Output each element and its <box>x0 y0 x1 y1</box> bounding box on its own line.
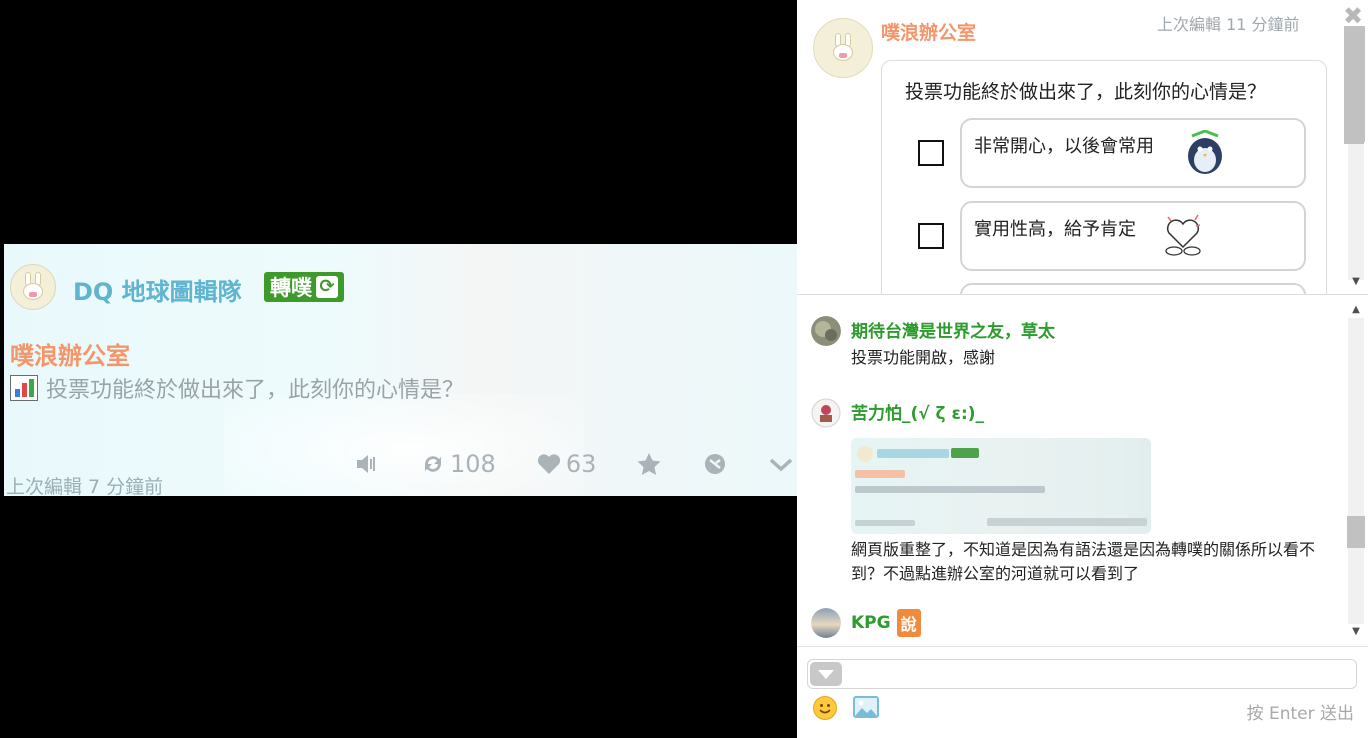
poster-avatar[interactable] <box>813 18 873 78</box>
close-button[interactable]: ✖ <box>1342 4 1364 28</box>
user-avatar[interactable] <box>811 316 841 346</box>
emoji-icon[interactable] <box>813 696 837 720</box>
replurk-icon <box>425 456 441 472</box>
response-author[interactable]: KPG 說 <box>851 609 921 637</box>
replurk-icon: ⟳ <box>316 276 338 298</box>
image-upload-icon[interactable] <box>853 696 879 718</box>
chevron-down-icon <box>770 458 793 472</box>
qualifier-badge: 說 <box>896 609 921 637</box>
poll-checkbox[interactable] <box>918 140 944 166</box>
scroll-up-arrow-icon[interactable]: ▲ <box>1350 304 1362 315</box>
like-count: 63 <box>565 450 597 478</box>
heart-icon <box>537 454 560 474</box>
plurk-card[interactable]: DQ 地球圖輯隊 轉噗 ⟳ 噗浪辦公室 投票功能終於做出來了，此刻你的心情是？ … <box>4 244 797 496</box>
user-avatar[interactable] <box>811 608 841 638</box>
poll-option[interactable] <box>882 283 1328 294</box>
heart-sticker-icon <box>1165 214 1201 256</box>
poll-option-label: 非常開心，以後會常用 <box>974 136 1154 157</box>
edit-time: 上次編輯 11 分鐘前 <box>1157 15 1300 34</box>
responses-scrollbar[interactable] <box>1347 318 1365 624</box>
scrollbar-thumb[interactable] <box>1347 516 1365 548</box>
poll-checkbox[interactable] <box>918 223 944 249</box>
panel-scrollbar-thumb[interactable] <box>1344 26 1364 144</box>
poster-name[interactable]: 噗浪辦公室 <box>881 18 976 45</box>
user-avatar[interactable] <box>811 398 841 428</box>
poll-option-label: 實用性高，給予肯定 <box>974 219 1136 240</box>
response-input[interactable] <box>807 659 1357 689</box>
send-hint: 按 Enter 送出 <box>1246 704 1354 724</box>
chart-icon <box>10 375 38 401</box>
plurk-detail: 噗浪辦公室 上次編輯 11 分鐘前 ✖ 投票功能終於做出來了，此刻你的心情是？ … <box>797 0 1368 295</box>
favorite-button[interactable] <box>636 452 662 476</box>
response-item: 期待台灣是世界之友，草太 投票功能開啟，感謝 <box>811 316 1331 376</box>
replurk-count: 108 <box>450 450 496 478</box>
attached-screenshot-image[interactable] <box>851 438 1151 534</box>
response-panel: 噗浪辦公室 上次編輯 11 分鐘前 ✖ 投票功能終於做出來了，此刻你的心情是？ … <box>797 0 1368 738</box>
owner-avatar[interactable] <box>10 264 56 310</box>
globe-icon <box>705 454 726 474</box>
poll: 投票功能終於做出來了，此刻你的心情是？ 非常開心，以後會常用 實用性高，給予肯定 <box>881 60 1328 294</box>
penguin-sticker-icon <box>1188 130 1222 174</box>
plurk-content: 投票功能終於做出來了，此刻你的心情是？ <box>10 372 464 404</box>
response-composer: 按 Enter 送出 <box>797 646 1368 738</box>
qualifier-dropdown[interactable] <box>810 662 842 686</box>
owner-name[interactable]: DQ 地球圖輯隊 <box>73 272 242 307</box>
poll-question: 投票功能終於做出來了，此刻你的心情是？ <box>905 81 1267 103</box>
poll-option-box[interactable]: 實用性高，給予肯定 <box>960 201 1306 271</box>
plurk-actions: 108 63 <box>354 450 794 478</box>
edit-time: 上次編輯 7 分鐘前 <box>6 476 164 496</box>
replurk-badge: 轉噗 ⟳ <box>264 272 344 302</box>
response-text: 投票功能開啟，感謝 <box>851 348 996 367</box>
original-poster[interactable]: 噗浪辦公室 <box>10 336 130 371</box>
star-icon <box>637 453 661 475</box>
more-button[interactable] <box>768 452 794 476</box>
like-button[interactable]: 63 <box>536 450 597 478</box>
mute-icon <box>357 455 375 473</box>
scroll-down-arrow-icon[interactable]: ▼ <box>1350 626 1362 637</box>
scroll-down-arrow-icon[interactable]: ▼ <box>1350 276 1362 287</box>
mute-button[interactable] <box>354 452 380 476</box>
poll-option-box[interactable] <box>960 283 1306 294</box>
poll-option[interactable]: 非常開心，以後會常用 <box>882 118 1328 190</box>
response-item: 苦力怕_(√ ζ ε:)_ 網頁版重整了，不知道是因為有語法還是因為轉噗的關係所… <box>811 398 1331 584</box>
response-item: KPG 說 <box>811 608 1331 646</box>
replurk-button[interactable]: 108 <box>420 450 496 478</box>
link-button[interactable] <box>702 452 728 476</box>
response-author[interactable]: 期待台灣是世界之友，草太 <box>851 317 1055 342</box>
response-text: 網頁版重整了，不知道是因為有語法還是因為轉噗的關係所以看不到？不過點進辦公室的河… <box>851 540 1316 583</box>
response-list: 期待台灣是世界之友，草太 投票功能開啟，感謝 苦力怕_(√ ζ ε:)_ 網頁版… <box>797 296 1368 646</box>
poll-option[interactable]: 實用性高，給予肯定 <box>882 201 1328 273</box>
screen: DQ 地球圖輯隊 轉噗 ⟳ 噗浪辦公室 投票功能終於做出來了，此刻你的心情是？ … <box>0 0 1368 738</box>
poll-option-box[interactable]: 非常開心，以後會常用 <box>960 118 1306 188</box>
response-author[interactable]: 苦力怕_(√ ζ ε:)_ <box>851 399 984 424</box>
